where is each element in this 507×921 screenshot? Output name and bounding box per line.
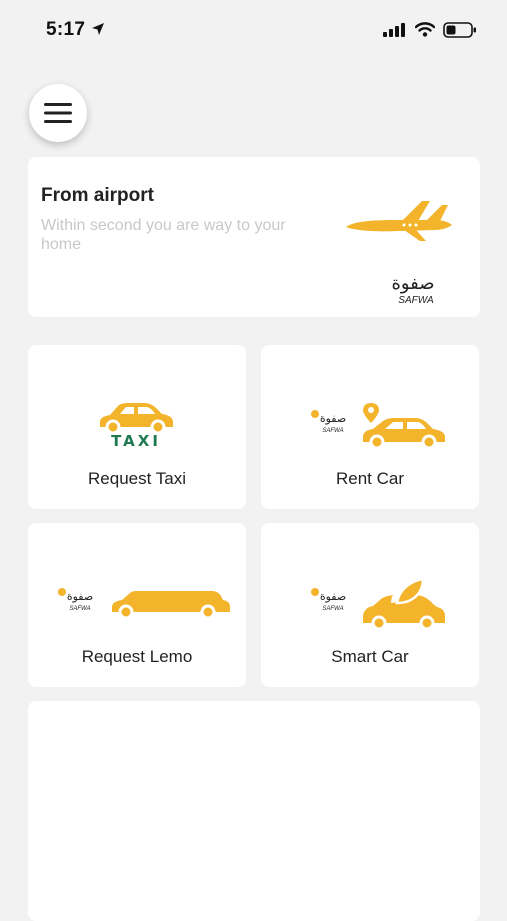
svg-text:SAFWA: SAFWA [69,606,90,612]
smart-car-label: Smart Car [331,647,409,666]
airport-card-title: From airport [41,185,154,206]
svg-text:صفوة: صفوة [67,590,93,603]
safwa-small-logo: صفوة SAFWA [58,588,93,612]
cellular-signal-icon [383,23,405,37]
safwa-logo: صفوة SAFWA [391,273,434,306]
from-airport-card[interactable]: From airport Within second you are way t… [28,157,480,317]
smart-car-tile[interactable]: صفوة SAFWA Smart Car [261,523,479,687]
rent-car-tile[interactable]: صفوة SAFWA Rent Car [261,345,479,509]
svg-text:SAFWA: SAFWA [322,428,343,434]
wifi-icon [415,22,435,37]
safwa-small-logo: صفوة SAFWA [311,588,346,612]
menu-button[interactable] [29,84,87,142]
svg-text:صفوة: صفوة [391,273,434,294]
request-taxi-tile[interactable]: TAXI Request Taxi [28,345,246,509]
svg-text:SAFWA: SAFWA [322,606,343,612]
hamburger-menu-icon [44,103,72,123]
airplane-icon [346,201,452,241]
rent-car-icon [363,403,445,449]
svg-text:TAXI: TAXI [111,432,161,448]
status-bar: 5:17 [0,0,507,56]
svg-text:صفوة: صفوة [320,590,346,603]
request-lemo-label: Request Lemo [81,647,193,666]
limousine-icon [112,591,230,620]
eco-car-icon [363,577,445,631]
request-taxi-label: Request Taxi [88,469,186,488]
request-lemo-tile[interactable]: صفوة SAFWA Request Lemo [28,523,246,687]
location-arrow-icon [92,23,104,35]
safwa-small-logo: صفوة SAFWA [311,410,346,434]
airport-card-subtitle: Within second you are way to your home [41,217,286,253]
battery-icon [443,22,476,38]
svg-text:صفوة: صفوة [320,412,346,425]
status-time: 5:17 [46,19,86,40]
taxi-car-icon: TAXI [100,403,173,448]
rent-car-label: Rent Car [335,469,405,488]
svg-text:SAFWA: SAFWA [398,295,434,306]
bottom-panel [28,701,480,921]
